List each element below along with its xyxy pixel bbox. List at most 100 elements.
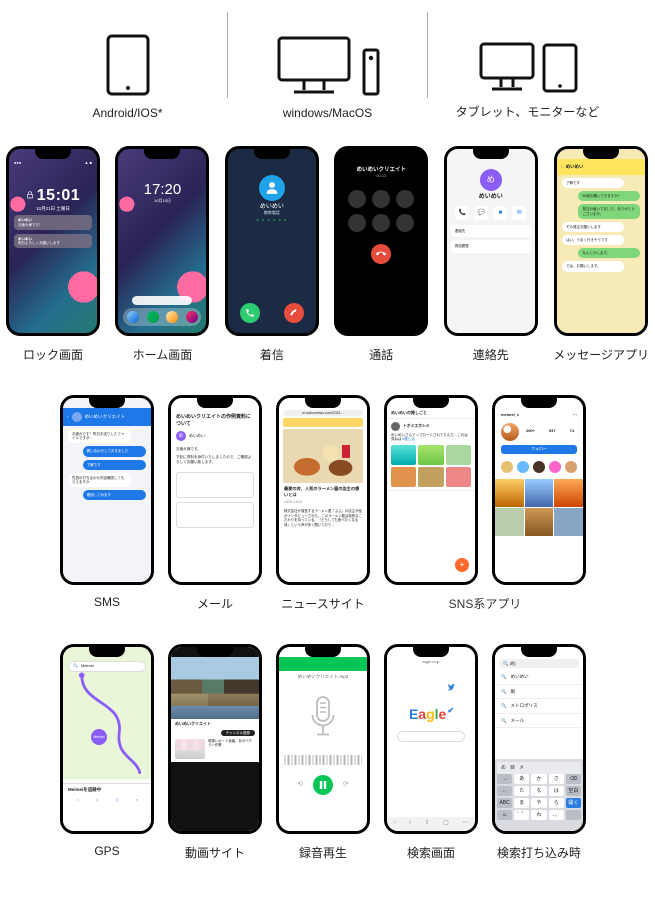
story[interactable] [533, 461, 545, 473]
tab[interactable]: ◇ [96, 798, 99, 802]
map-pin[interactable]: Meimei [91, 729, 107, 745]
key[interactable]: な [531, 786, 546, 796]
sms-bubble[interactable]: 問い合わせしておきました [83, 446, 146, 456]
story[interactable] [549, 461, 561, 473]
app-icon[interactable] [147, 311, 159, 323]
grid-post[interactable] [495, 508, 524, 536]
article-image[interactable] [283, 429, 363, 483]
app-icon[interactable] [166, 311, 178, 323]
suggestion[interactable]: 🔍めいめい [495, 670, 583, 684]
hashtag-link[interactable]: #推し活 [402, 437, 414, 441]
suggestion[interactable]: 🔍眼 [495, 685, 583, 699]
key[interactable]: や [531, 798, 546, 808]
key[interactable]: ゛゜ [514, 810, 529, 820]
grid-post[interactable] [495, 479, 524, 507]
search-field[interactable]: 🔍 め| [499, 659, 579, 668]
attachment[interactable] [176, 502, 254, 528]
answer-button[interactable] [240, 303, 260, 323]
msg-bubble[interactable]: 了解です [562, 178, 624, 188]
story[interactable] [565, 461, 577, 473]
grid-post[interactable] [554, 479, 583, 507]
sms-bubble[interactable]: お疲れです！昨日お送りしたファイルですが… [68, 429, 131, 443]
message-action[interactable]: 💬 [474, 206, 488, 220]
thumb[interactable] [391, 467, 416, 487]
fwd-button[interactable]: › [409, 820, 411, 827]
skip-back-button[interactable]: ⟲ [297, 781, 303, 789]
key[interactable]: か [531, 774, 546, 784]
key[interactable]: あ [514, 774, 529, 784]
decline-button[interactable] [284, 303, 304, 323]
key[interactable] [566, 810, 581, 820]
sms-bubble[interactable]: 了解です [83, 460, 146, 470]
key[interactable]: ま [514, 798, 529, 808]
waveform[interactable] [284, 755, 362, 765]
suggestion[interactable]: 🔍メール [495, 714, 583, 728]
skip-fwd-button[interactable]: ⟳ [343, 781, 349, 789]
key[interactable]: さ [549, 774, 564, 784]
menu-button[interactable]: ⋯ [462, 820, 468, 827]
map-sheet[interactable]: Meimeiを追跡中 ⌂◇◎≡ [63, 783, 151, 831]
sns-post[interactable]: トオミエホシミ めいめいさんアップロードされてたんだ…これは見ねば #推し活 [387, 419, 475, 491]
video-button[interactable] [372, 214, 390, 232]
thumb[interactable] [446, 445, 471, 465]
key[interactable]: ⌫ [566, 774, 581, 784]
mute-button[interactable] [348, 190, 366, 208]
follow-button[interactable]: フォロー [501, 445, 577, 454]
map[interactable]: Meimei [63, 665, 151, 783]
video-action[interactable]: ■ [493, 206, 507, 220]
notification[interactable]: めいめい 明日よろしくお願いします [14, 234, 92, 248]
share-button[interactable]: ⇧ [425, 820, 430, 827]
chat-header[interactable]: ‹めいめい [557, 159, 645, 175]
profile-avatar[interactable] [501, 423, 519, 441]
tab[interactable]: ◎ [115, 798, 118, 802]
keypad-button[interactable] [372, 190, 390, 208]
site-logo[interactable] [283, 418, 363, 427]
msg-bubble[interactable]: では、お願いします。 [562, 261, 624, 271]
candidate[interactable]: メ [519, 765, 524, 771]
sms-header[interactable]: ‹ めいめいクリエイト [63, 408, 151, 426]
contact-section[interactable]: 連絡先 [451, 225, 531, 237]
app-icon[interactable] [127, 311, 139, 323]
thumb[interactable] [391, 445, 416, 465]
contacts-button[interactable] [396, 214, 414, 232]
grid-post[interactable] [525, 479, 554, 507]
msg-bubble[interactable]: その発注お願いします [562, 222, 624, 232]
msg-bubble[interactable]: はい、うまく行きそうです [562, 235, 624, 245]
key[interactable]: 空白 [566, 786, 581, 796]
tab[interactable]: ≡ [135, 798, 137, 802]
msg-bubble[interactable]: なんとかします。 [578, 248, 640, 258]
compose-fab[interactable]: + [455, 558, 469, 572]
add-button[interactable] [348, 214, 366, 232]
key[interactable]: 開く [566, 798, 581, 808]
key[interactable]: ☺ [497, 810, 512, 820]
key[interactable]: わ [531, 810, 546, 820]
candidate[interactable]: め [501, 765, 506, 771]
key[interactable]: た [514, 786, 529, 796]
msg-bubble[interactable]: 発注分届いてました。ありがとうございます。 [578, 204, 640, 218]
thumb[interactable] [418, 445, 443, 465]
notification[interactable]: めいめい お疲れ様です！ [14, 215, 92, 229]
thumb[interactable] [418, 467, 443, 487]
key[interactable]: ← [497, 786, 512, 796]
back-button[interactable]: ‹ [394, 820, 396, 827]
tabs-button[interactable]: ▢ [443, 820, 449, 827]
attachment[interactable] [176, 472, 254, 498]
candidate[interactable]: 目 [510, 765, 515, 771]
key[interactable]: は [549, 786, 564, 796]
mail-action[interactable]: ✉ [512, 206, 526, 220]
key[interactable]: ら [549, 798, 564, 808]
grid-post[interactable] [525, 508, 554, 536]
subscribe-button[interactable]: チャンネル登録 [221, 730, 255, 736]
thumb[interactable] [446, 467, 471, 487]
url-bar[interactable]: eagle.co.jp [387, 660, 475, 664]
tab[interactable]: ⌂ [77, 798, 79, 802]
key[interactable]: 、。 [549, 810, 564, 820]
search-input[interactable] [397, 731, 465, 742]
search-bar[interactable] [132, 296, 192, 305]
story[interactable] [501, 461, 513, 473]
video-player[interactable] [171, 657, 259, 719]
suggestion[interactable]: 🔍メトロポリス [495, 699, 583, 713]
call-action[interactable]: 📞 [455, 206, 469, 220]
key[interactable]: ABC [497, 798, 512, 808]
sms-bubble[interactable]: 確認してみます [83, 490, 146, 500]
